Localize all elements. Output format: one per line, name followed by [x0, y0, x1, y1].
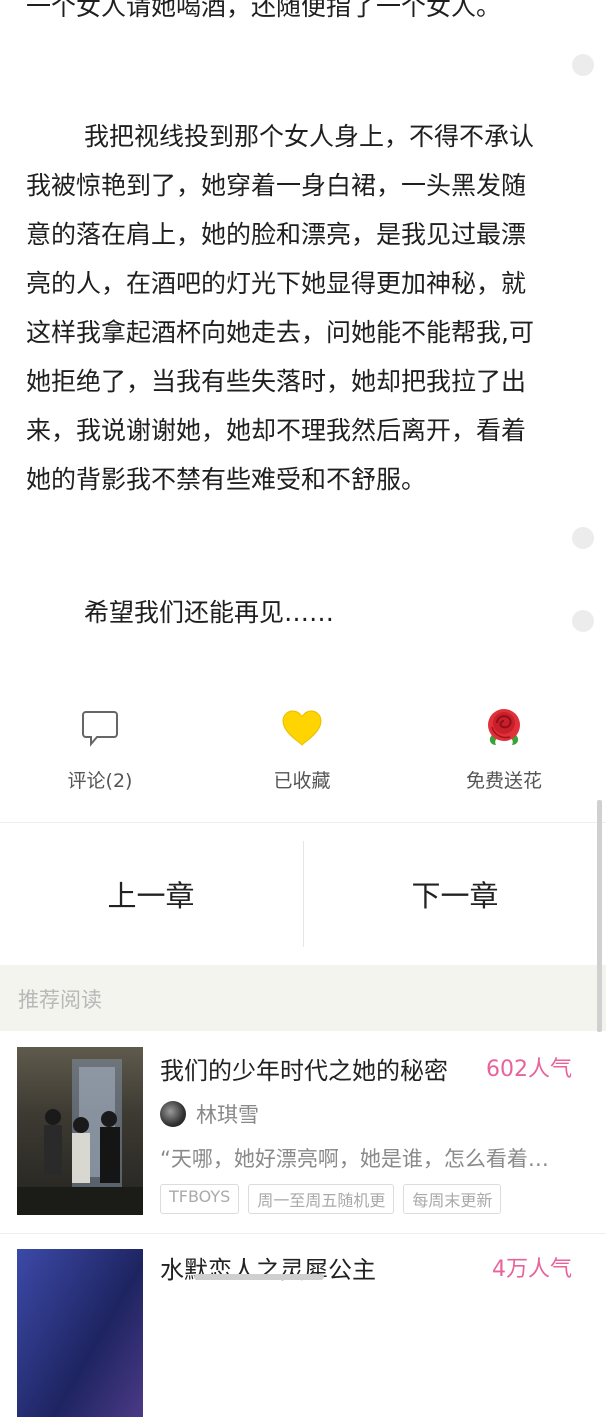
recommend-header: 推荐阅读 [0, 965, 606, 1031]
tag[interactable]: 每周末更新 [403, 1184, 502, 1214]
paragraph: 希望我们还能再见…… [84, 598, 335, 627]
author-row: 林琪雪 [160, 1099, 259, 1129]
comment-button[interactable]: 评论(2) [0, 690, 200, 793]
recommended-book[interactable]: 我们的少年时代之她的秘密 602人气 林琪雪 “天哪，她好漂亮啊，她是谁，怎么看… [0, 1031, 606, 1233]
flower-label: 免费送花 [465, 770, 542, 792]
send-flower-button[interactable]: 免费送花 [404, 690, 604, 793]
chapter-content: 一个女人请她喝酒，还随便指了一个女人。 我把视线投到那个女人身上，不得不承认我被… [0, 0, 606, 680]
scrollbar[interactable] [597, 800, 602, 1032]
author-name: 林琪雪 [196, 1103, 259, 1127]
avatar [160, 1101, 186, 1127]
chapter-navigation: 上一章 下一章 [0, 823, 606, 965]
heart-icon [202, 690, 402, 766]
comment-label: 评论(2) [67, 770, 133, 792]
recommend-title: 推荐阅读 [18, 988, 102, 1012]
book-cover[interactable] [17, 1047, 143, 1215]
recommended-book[interactable]: 水默恋人之灵犀公主 4万人气 [0, 1233, 606, 1417]
book-cover[interactable] [17, 1249, 143, 1417]
book-title[interactable]: 我们的少年时代之她的秘密 [160, 1051, 448, 1086]
tag[interactable]: 周一至周五随机更 [248, 1184, 395, 1214]
next-chapter-button[interactable]: 下一章 [304, 823, 606, 965]
paragraph: 我把视线投到那个女人身上，不得不承认我被惊艳到了，她穿着一身白裙，一头黑发随意的… [26, 122, 535, 494]
popularity-label: 602人气 [486, 1057, 572, 1082]
popularity-label: 4万人气 [492, 1257, 572, 1282]
tag[interactable]: TFBOYS [160, 1184, 240, 1214]
comment-icon [0, 690, 200, 766]
paragraph-comment-dot[interactable] [572, 527, 594, 549]
paragraph-comment-dot[interactable] [572, 610, 594, 632]
book-tags: TFBOYS 周一至周五随机更 每周末更新 [160, 1184, 502, 1214]
prev-chapter-button[interactable]: 上一章 [0, 823, 302, 965]
favorite-button[interactable]: 已收藏 [202, 690, 402, 793]
bottom-indicator [194, 1274, 324, 1280]
paragraph: 一个女人请她喝酒，还随便指了一个女人。 [26, 0, 502, 21]
chapter-actions: 评论(2) 已收藏 免费送花 [0, 690, 606, 822]
rose-icon [404, 690, 604, 766]
book-excerpt: “天哪，她好漂亮啊，她是谁，怎么看着… [160, 1147, 549, 1171]
paragraph-comment-dot[interactable] [572, 54, 594, 76]
favorite-label: 已收藏 [273, 770, 331, 792]
